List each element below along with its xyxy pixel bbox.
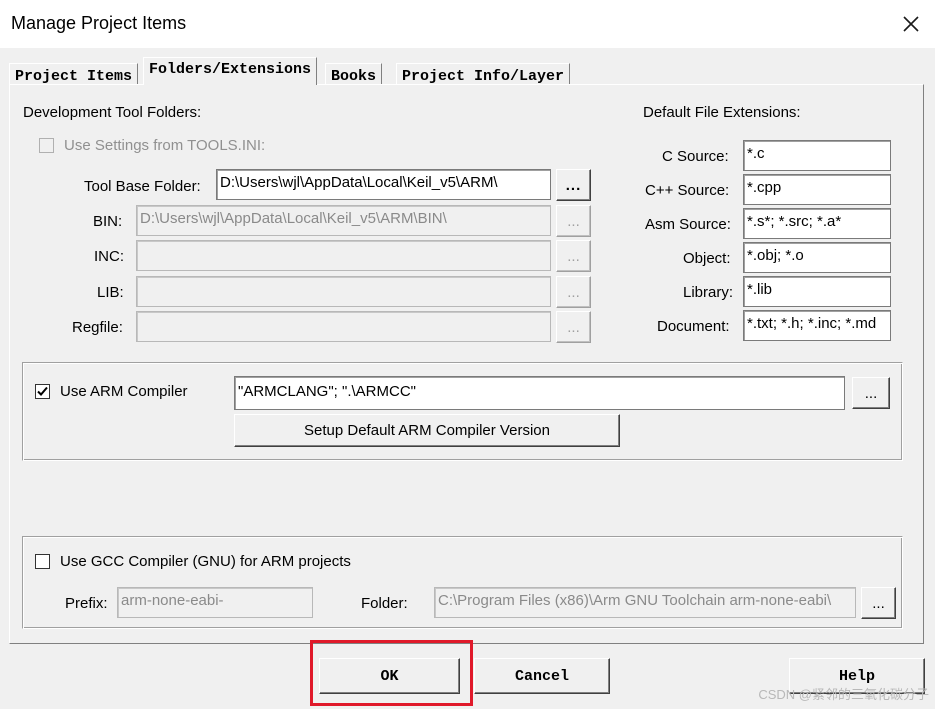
document-input[interactable]: *.txt; *.h; *.inc; *.md <box>743 310 891 341</box>
tool-base-browse-button[interactable]: ... <box>556 169 591 201</box>
folder-label: Folder: <box>361 595 408 612</box>
close-button[interactable] <box>887 0 935 48</box>
checkmark-icon <box>37 386 48 396</box>
tool-base-folder-input[interactable]: D:\Users\wjl\AppData\Local\Keil_v5\ARM\ <box>216 169 551 200</box>
lib-browse-button[interactable]: ... <box>556 276 591 308</box>
cancel-label: Cancel <box>514 667 569 685</box>
c-source-label: C Source: <box>662 148 729 165</box>
bin-label: BIN: <box>93 213 123 230</box>
use-tools-ini-label: Use Settings from TOOLS.INI: <box>64 137 266 154</box>
cpp-source-label: C++ Source: <box>645 182 730 199</box>
tab-project-items[interactable]: Project Items <box>9 63 139 85</box>
close-icon <box>903 16 919 32</box>
tab-folders-extensions-label: Folders/Extensions <box>149 61 312 78</box>
title-bar: Manage Project Items <box>0 0 935 48</box>
object-label: Object: <box>683 250 731 267</box>
browse-label: ... <box>565 176 582 194</box>
gcc-folder-input[interactable]: C:\Program Files (x86)\Arm GNU Toolchain… <box>434 587 856 618</box>
browse-label: ... <box>872 594 885 612</box>
tab-folders-extensions[interactable]: Folders/Extensions <box>143 57 318 85</box>
asm-source-label: Asm Source: <box>645 216 731 233</box>
inc-browse-button[interactable]: ... <box>556 240 591 272</box>
browse-label: ... <box>864 384 878 402</box>
tab-project-info-layer[interactable]: Project Info/Layer <box>396 63 571 85</box>
library-label: Library: <box>683 284 734 301</box>
arm-compiler-browse-button[interactable]: ... <box>852 377 890 409</box>
inc-label: INC: <box>94 248 124 265</box>
regfile-label: Regfile: <box>72 319 123 336</box>
use-arm-compiler-label: Use ARM Compiler <box>60 383 188 400</box>
tab-books[interactable]: Books <box>325 63 383 85</box>
tab-books-label: Books <box>331 68 377 85</box>
ok-highlight-box <box>310 640 473 706</box>
use-arm-compiler-checkbox[interactable] <box>35 384 50 399</box>
use-tools-ini-checkbox[interactable] <box>39 138 54 153</box>
window-title: Manage Project Items <box>11 13 187 33</box>
regfile-browse-button[interactable]: ... <box>556 311 591 343</box>
gcc-prefix-input[interactable]: arm-none-eabi- <box>117 587 313 618</box>
use-gcc-compiler-label: Use GCC Compiler (GNU) for ARM projects <box>60 553 351 570</box>
help-label: Help <box>838 667 875 685</box>
cancel-button[interactable]: Cancel <box>474 658 610 694</box>
tab-project-info-layer-label: Project Info/Layer <box>402 68 565 85</box>
dev-tool-folders-heading: Development Tool Folders: <box>23 104 202 121</box>
browse-label: ... <box>567 247 580 265</box>
setup-arm-compiler-label: Setup Default ARM Compiler Version <box>304 422 550 439</box>
default-extensions-heading: Default File Extensions: <box>643 104 801 121</box>
tab-project-items-label: Project Items <box>15 68 133 85</box>
asm-source-input[interactable]: *.s*; *.src; *.a* <box>743 208 891 239</box>
library-input[interactable]: *.lib <box>743 276 891 307</box>
inc-folder-input[interactable] <box>136 240 551 271</box>
setup-arm-compiler-button[interactable]: Setup Default ARM Compiler Version <box>234 414 620 447</box>
gcc-folder-browse-button[interactable]: ... <box>861 587 896 619</box>
browse-label: ... <box>567 212 580 230</box>
tool-base-folder-label: Tool Base Folder: <box>84 178 201 195</box>
browse-label: ... <box>567 318 580 336</box>
use-gcc-compiler-checkbox[interactable] <box>35 554 50 569</box>
lib-label: LIB: <box>97 284 124 301</box>
object-input[interactable]: *.obj; *.o <box>743 242 891 273</box>
browse-label: ... <box>567 283 580 301</box>
bin-folder-input[interactable]: D:\Users\wjl\AppData\Local\Keil_v5\ARM\B… <box>136 205 551 236</box>
manage-project-items-dialog: Manage Project Items Project Items Folde… <box>0 0 935 709</box>
regfile-input[interactable] <box>136 311 551 342</box>
arm-compiler-input[interactable]: "ARMCLANG"; ".\ARMCC" <box>234 376 845 410</box>
lib-folder-input[interactable] <box>136 276 551 307</box>
cpp-source-input[interactable]: *.cpp <box>743 174 891 205</box>
watermark-text: CSDN @紧邻的三氧化碳分子 <box>758 687 929 702</box>
bin-browse-button[interactable]: ... <box>556 205 591 237</box>
prefix-label: Prefix: <box>65 595 108 612</box>
document-label: Document: <box>657 318 730 335</box>
c-source-input[interactable]: *.c <box>743 140 891 171</box>
